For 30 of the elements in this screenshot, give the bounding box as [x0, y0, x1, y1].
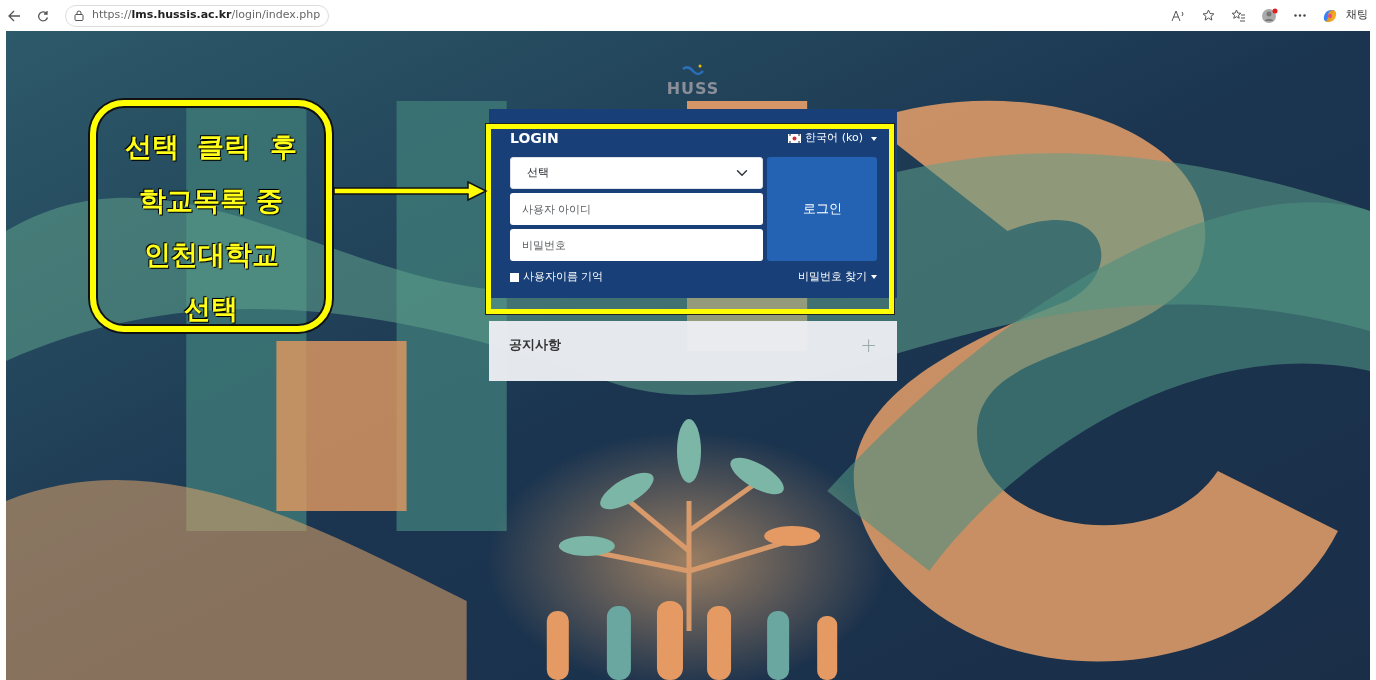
- language-dropdown[interactable]: 한국어 (ko): [788, 130, 877, 147]
- notice-title: 공지사항: [509, 335, 561, 354]
- annotation-text: 인천대학교: [142, 238, 280, 272]
- remember-label[interactable]: 사용자이름 기억: [523, 269, 604, 286]
- logo-text: HUSS: [666, 78, 720, 100]
- profile-icon[interactable]: [1262, 8, 1278, 23]
- flag-icon: [788, 134, 802, 143]
- username-field[interactable]: 사용자 아이디: [510, 193, 763, 225]
- password-field[interactable]: 비밀번호: [510, 229, 763, 261]
- annotation-text: 선택 클릭 후: [123, 130, 299, 164]
- login-button[interactable]: 로그인: [767, 157, 877, 261]
- annotation-text: 선택: [183, 292, 239, 326]
- assistant-icon[interactable]: [1322, 7, 1338, 24]
- url-text: https://lms.hussis.ac.kr/login/index.php: [92, 7, 321, 24]
- read-aloud-icon[interactable]: [1171, 9, 1186, 22]
- favorites-icon[interactable]: [1231, 9, 1246, 22]
- school-select[interactable]: 선택: [510, 157, 763, 189]
- lock-icon: [74, 10, 84, 21]
- login-title: LOGIN: [510, 129, 559, 148]
- more-icon[interactable]: [1294, 14, 1306, 17]
- back-icon[interactable]: [8, 9, 21, 22]
- logo-icon: [682, 63, 704, 77]
- caret-icon: [871, 275, 877, 280]
- find-password-dropdown[interactable]: 비밀번호 찾기: [797, 269, 877, 286]
- chat-label[interactable]: 채팅: [1346, 7, 1368, 24]
- caret-icon: [871, 136, 877, 141]
- remember-checkbox[interactable]: [510, 272, 519, 282]
- annotation-text: 학교목록 중: [137, 184, 285, 218]
- star-icon[interactable]: [1202, 9, 1215, 22]
- reload-icon[interactable]: [37, 9, 49, 22]
